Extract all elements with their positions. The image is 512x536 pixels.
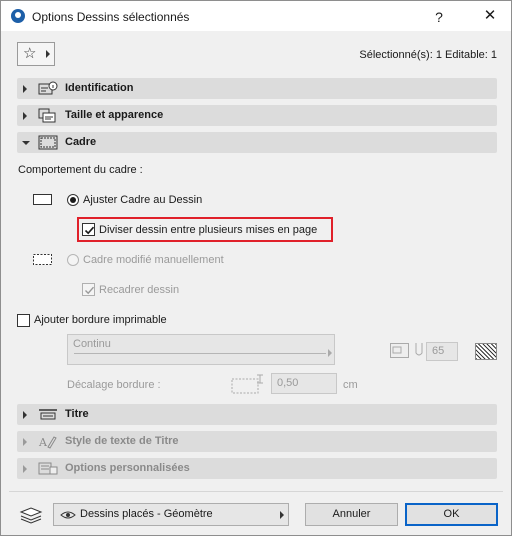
checkmark-icon (84, 226, 95, 235)
line-preview (74, 353, 326, 354)
custom-options-icon (38, 462, 58, 475)
linetype-select[interactable]: Continu (67, 334, 335, 365)
footer-separator (9, 491, 503, 492)
expand-arrow-icon (23, 438, 27, 446)
decalage-value: 0,50 (277, 377, 299, 389)
pen-number-value: 65 (432, 345, 445, 357)
offset-icon (231, 374, 263, 394)
pen-pattern-swatch[interactable] (475, 343, 497, 360)
panel-identification[interactable]: Identification (17, 78, 497, 99)
radio-ajuster-cadre[interactable] (67, 194, 79, 206)
help-button[interactable]: ? (429, 7, 449, 27)
title-icon (39, 409, 57, 420)
size-appearance-icon (38, 108, 56, 123)
panel-style-texte-titre[interactable]: A Style de texte de Titre (17, 431, 497, 452)
selection-info: Sélectionné(s): 1 Editable: 1 (359, 49, 497, 61)
panel-label: Identification (65, 82, 134, 94)
ok-button[interactable]: OK (405, 503, 498, 526)
panel-label: Style de texte de Titre (65, 435, 179, 447)
checkbox-recadrer[interactable] (82, 283, 95, 296)
cancel-button[interactable]: Annuler (305, 503, 398, 526)
checkbox-diviser-dessin[interactable] (82, 223, 95, 236)
decalage-label: Décalage bordure : (67, 379, 161, 391)
ajouter-bordure-label: Ajouter bordure imprimable (34, 314, 167, 326)
pen-weight-icon (390, 343, 409, 358)
favorites-button[interactable]: ☆ (17, 42, 55, 66)
pen-icon (415, 343, 423, 356)
panel-cadre[interactable]: Cadre (17, 132, 497, 153)
expand-arrow-icon (23, 85, 27, 93)
star-icon: ☆ (23, 45, 37, 62)
close-button[interactable]: ✕ (479, 6, 501, 26)
linetype-value: Continu (73, 338, 111, 350)
eye-icon (60, 511, 76, 519)
frame-icon (38, 135, 58, 150)
expand-arrow-icon (23, 411, 27, 419)
archicad-app-icon (11, 9, 25, 23)
text-style-icon: A (38, 436, 57, 449)
ajuster-cadre-label: Ajuster Cadre au Dessin (83, 194, 203, 206)
chevron-right-icon (328, 349, 332, 357)
title-bar: Options Dessins sélectionnés ? ✕ (1, 1, 511, 31)
frame-manual-icon (33, 254, 52, 265)
collapse-arrow-icon (22, 141, 30, 145)
decalage-unit: cm (343, 379, 358, 391)
diviser-dessin-label: Diviser dessin entre plusieurs mises en … (99, 224, 318, 236)
frame-fit-icon (33, 194, 52, 205)
panel-taille-apparence[interactable]: Taille et apparence (17, 105, 497, 126)
decalage-field[interactable]: 0,50 (271, 373, 337, 394)
pen-number-field[interactable]: 65 (426, 342, 458, 361)
panel-label: Cadre (65, 136, 97, 148)
layers-icon (19, 507, 43, 524)
panel-titre[interactable]: Titre (17, 404, 497, 425)
chevron-right-icon (280, 511, 284, 519)
cadre-manuel-label: Cadre modifié manuellement (83, 254, 224, 266)
layer-select[interactable]: Dessins placés - Géomètre (53, 503, 289, 526)
radio-cadre-manuel[interactable] (67, 254, 79, 266)
layer-value: Dessins placés - Géomètre (80, 508, 213, 520)
identification-icon (38, 81, 58, 95)
comportement-label: Comportement du cadre : (18, 164, 143, 176)
dialog-window: Options Dessins sélectionnés ? ✕ ☆ Sélec… (0, 0, 512, 536)
panel-label: Taille et apparence (65, 109, 164, 121)
svg-text:A: A (38, 436, 48, 449)
expand-arrow-icon (23, 465, 27, 473)
chevron-right-icon (46, 50, 50, 58)
expand-arrow-icon (23, 112, 27, 120)
window-title: Options Dessins sélectionnés (32, 10, 190, 24)
checkmark-icon (85, 286, 95, 295)
panel-label: Titre (65, 408, 89, 420)
checkbox-ajouter-bordure[interactable] (17, 314, 30, 327)
panel-options-personnalisees[interactable]: Options personnalisées (17, 458, 497, 479)
recadrer-label: Recadrer dessin (99, 284, 180, 296)
panel-label: Options personnalisées (65, 462, 190, 474)
